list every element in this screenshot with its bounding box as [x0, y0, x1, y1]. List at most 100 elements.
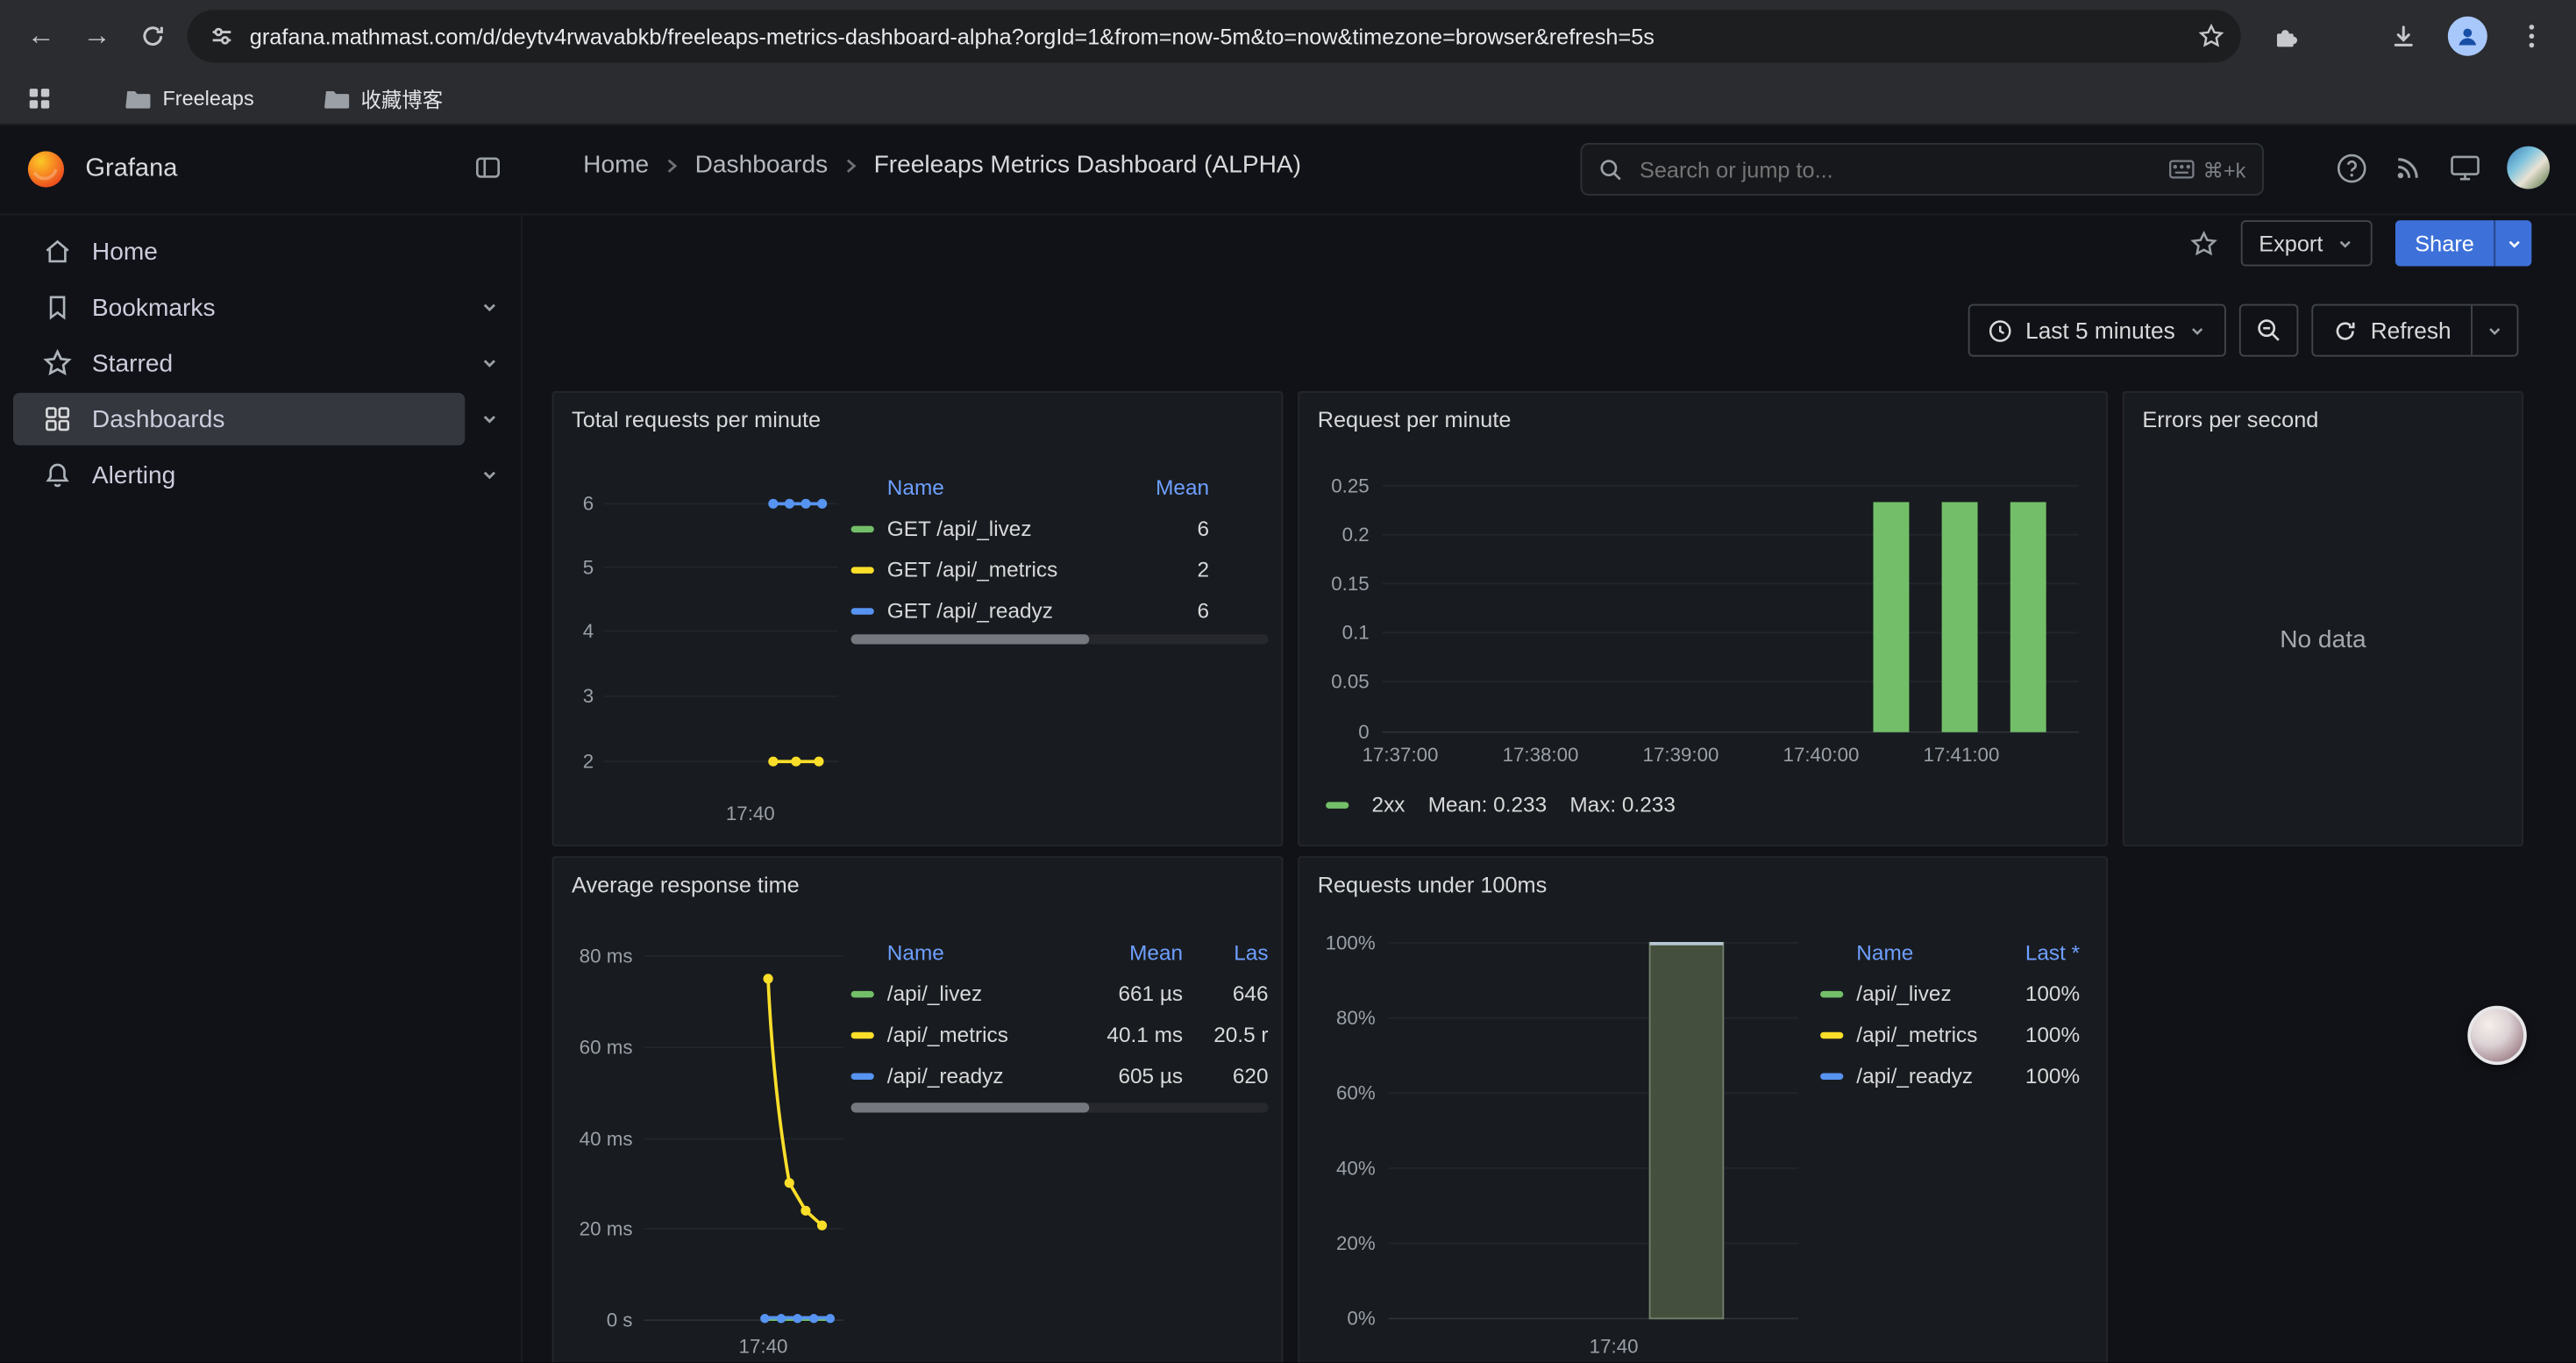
series-swatch: [851, 525, 874, 532]
bar-2xx: [1874, 502, 1910, 731]
sidebar-item-label: Dashboards: [92, 405, 225, 433]
legend-series-name[interactable]: GET /api/_livez: [887, 516, 1111, 540]
legend-header: Name Last *: [1820, 931, 2080, 974]
bookmark-folder-freeleaps[interactable]: Freeleaps: [111, 80, 267, 116]
legend-series-name[interactable]: /api/_livez: [1856, 981, 1981, 1006]
apps-grid-icon[interactable]: [17, 75, 62, 120]
floating-avatar-overlay[interactable]: [2467, 1006, 2526, 1065]
legend-row[interactable]: /api/_livez 100%: [1820, 973, 2080, 1014]
breadcrumb-dashboards[interactable]: Dashboards: [695, 151, 829, 179]
legend-row[interactable]: /api/_livez 661 µs 646: [851, 973, 1269, 1014]
site-settings-icon[interactable]: [210, 25, 233, 47]
forward-icon[interactable]: →: [69, 8, 125, 64]
legend-mean-stat: Mean: 0.233: [1428, 792, 1547, 817]
series-swatch: [851, 990, 874, 996]
dock-sidebar-icon[interactable]: [473, 153, 503, 182]
legend-row[interactable]: /api/_readyz 100%: [1820, 1055, 2080, 1096]
share-menu-button[interactable]: [2494, 220, 2531, 266]
legend-row[interactable]: /api/_metrics 100%: [1820, 1014, 2080, 1055]
legend-header-name[interactable]: Name: [1856, 939, 1981, 964]
legend-row[interactable]: GET /api/_livez 6: [851, 508, 1209, 549]
legend-row[interactable]: GET /api/_metrics 2: [851, 549, 1209, 590]
legend-header-last[interactable]: Las: [1183, 939, 1268, 964]
legend-series-name[interactable]: GET /api/_readyz: [887, 598, 1111, 623]
panel-requests-under-100ms[interactable]: Requests under 100ms 100% 80% 60% 40% 20…: [1298, 856, 2108, 1362]
chevron-down-icon[interactable]: [480, 410, 499, 429]
zoom-out-button[interactable]: [2239, 304, 2298, 357]
news-rss-icon[interactable]: [2394, 153, 2423, 182]
sidebar-item-starred[interactable]: Starred: [0, 335, 521, 391]
legend-header-mean[interactable]: Mean: [1085, 939, 1183, 964]
help-icon[interactable]: [2336, 152, 2367, 183]
share-button[interactable]: Share: [2395, 220, 2494, 266]
download-icon[interactable]: [2375, 8, 2431, 64]
panel-errors-per-second[interactable]: Errors per second No data: [2123, 391, 2523, 846]
panel-average-response-time[interactable]: Average response time 80 ms 60 ms 40 ms …: [552, 856, 1284, 1362]
legend-series-name[interactable]: 2xx: [1372, 792, 1405, 817]
legend-series-name[interactable]: GET /api/_metrics: [887, 557, 1111, 582]
y-tick: 6: [583, 493, 594, 515]
sidebar-item-bookmarks[interactable]: Bookmarks: [0, 280, 521, 336]
legend-scrollbar[interactable]: [851, 1103, 1269, 1112]
menu-kebab-icon[interactable]: [2504, 8, 2560, 64]
refresh-split-button: Refresh: [2311, 304, 2518, 357]
legend-row[interactable]: GET /api/_readyz 6: [851, 590, 1209, 632]
bar-100pct: [1650, 943, 1724, 1318]
panel-title[interactable]: Errors per second: [2142, 408, 2318, 432]
legend-scrollbar[interactable]: [851, 634, 1269, 644]
panel-total-requests[interactable]: Total requests per minute 6 5 4 3 2 17:4…: [552, 391, 1284, 846]
legend-header-name[interactable]: Name: [887, 475, 1111, 499]
chevron-down-icon[interactable]: [480, 297, 499, 317]
panel-request-per-minute[interactable]: Request per minute 0.25 0.2 0.15 0.1 0.0…: [1298, 391, 2108, 846]
extensions-icon[interactable]: [2257, 8, 2313, 64]
export-button[interactable]: Export: [2241, 220, 2373, 266]
sidebar-item-home[interactable]: Home: [0, 224, 521, 280]
time-range-picker[interactable]: Last 5 minutes: [1968, 304, 2226, 357]
address-bar[interactable]: grafana.mathmast.com/d/deytv4rwavabkb/fr…: [188, 10, 2241, 62]
favorite-star-icon[interactable]: [2190, 229, 2218, 257]
legend-row[interactable]: /api/_metrics 40.1 ms 20.5 r: [851, 1014, 1269, 1055]
legend-series-name[interactable]: /api/_readyz: [887, 1063, 1085, 1088]
chevron-down-icon[interactable]: [480, 465, 499, 484]
legend-row[interactable]: /api/_readyz 605 µs 620: [851, 1055, 1269, 1096]
y-tick: 20%: [1336, 1232, 1376, 1254]
sidebar-item-dashboards[interactable]: Dashboards: [0, 391, 521, 447]
search-input[interactable]: [1636, 155, 2168, 183]
bookmark-star-icon[interactable]: [2198, 23, 2224, 49]
sidebar-item-label: Starred: [92, 349, 173, 377]
reload-icon[interactable]: [125, 8, 181, 64]
bookmark-folder-blogs[interactable]: 收藏博客: [310, 75, 456, 120]
x-tick: 17:37:00: [1363, 744, 1439, 766]
legend-last-value: 620: [1183, 1063, 1268, 1088]
search-icon: [1598, 157, 1623, 182]
screen: ← → grafana.mathmast.com/d/deytv4rwavabk…: [0, 0, 2576, 1362]
legend-header-last[interactable]: Last *: [1982, 939, 2080, 964]
y-tick: 2: [583, 751, 594, 773]
chevron-down-icon: [2188, 321, 2207, 339]
legend-series-name[interactable]: /api/_readyz: [1856, 1063, 1981, 1088]
back-icon[interactable]: ←: [13, 8, 69, 64]
folder-icon: [125, 86, 151, 109]
share-split-button: Share: [2395, 220, 2532, 266]
y-tick: 100%: [1326, 931, 1376, 953]
y-tick: 5: [583, 556, 594, 578]
sidebar-item-alerting[interactable]: Alerting: [0, 447, 521, 503]
legend-series-name[interactable]: /api/_livez: [887, 981, 1085, 1006]
browser-profile-avatar[interactable]: [2448, 17, 2487, 56]
url-text[interactable]: grafana.mathmast.com/d/deytv4rwavabkb/fr…: [250, 24, 2198, 48]
legend-series-name[interactable]: /api/_metrics: [887, 1022, 1085, 1046]
legend-series-name[interactable]: /api/_metrics: [1856, 1022, 1981, 1046]
monitor-icon[interactable]: [2450, 153, 2481, 182]
refresh-interval-button[interactable]: [2471, 306, 2516, 355]
legend-header-mean[interactable]: Mean: [1111, 475, 1209, 499]
legend-last-value: 100%: [1982, 1022, 2080, 1046]
sidebar-item-label: Bookmarks: [92, 293, 216, 321]
chevron-down-icon[interactable]: [480, 353, 499, 373]
grafana-logo[interactable]: [26, 150, 66, 189]
user-avatar[interactable]: [2507, 146, 2550, 189]
legend-header-name[interactable]: Name: [887, 939, 1085, 964]
y-tick: 4: [583, 620, 594, 642]
breadcrumb-home[interactable]: Home: [583, 151, 649, 179]
refresh-button[interactable]: Refresh: [2313, 306, 2471, 355]
search-box[interactable]: ⌘+k: [1581, 143, 2264, 196]
